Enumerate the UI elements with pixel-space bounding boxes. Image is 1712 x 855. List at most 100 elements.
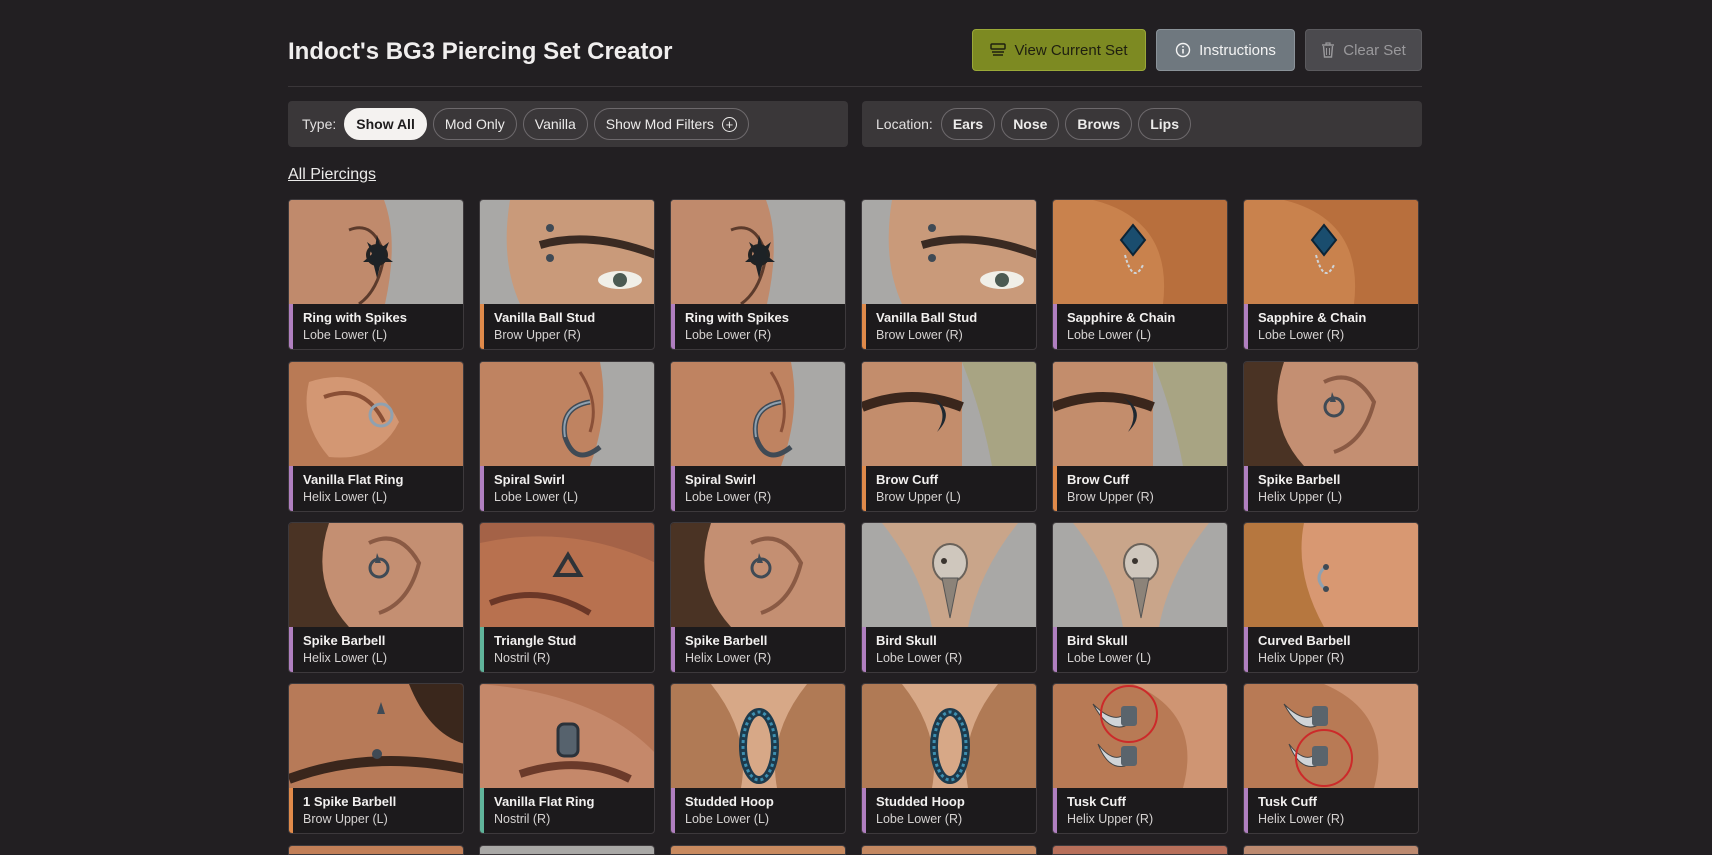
sapphire-chain-icon (1244, 200, 1418, 304)
piercing-card[interactable]: Ring with Spikes Lobe Lower (R) (670, 199, 846, 350)
piercing-card-info: Tusk Cuff Helix Lower (R) (1244, 788, 1418, 833)
piercing-card-info: Studded Hoop Lobe Lower (R) (862, 788, 1036, 833)
piercing-card[interactable] (479, 845, 655, 855)
piercing-card[interactable]: Spiral Swirl Lobe Lower (L) (479, 361, 655, 512)
filter-brows[interactable]: Brows (1065, 108, 1133, 140)
category-stripe (480, 627, 484, 672)
instructions-button[interactable]: Instructions (1156, 29, 1295, 71)
piercing-name: Vanilla Flat Ring (303, 472, 404, 487)
piercing-card-info: Ring with Spikes Lobe Lower (L) (289, 304, 463, 349)
piercing-card-info: Tusk Cuff Helix Upper (R) (1053, 788, 1227, 833)
piercing-card[interactable]: Spike Barbell Helix Lower (R) (670, 522, 846, 673)
category-stripe (671, 788, 675, 833)
filter-vanilla[interactable]: Vanilla (522, 108, 588, 140)
filter-lips[interactable]: Lips (1138, 108, 1191, 140)
piercing-card[interactable] (670, 845, 846, 855)
piercing-name: Tusk Cuff (1067, 794, 1126, 809)
piercing-card[interactable]: Sapphire & Chain Lobe Lower (L) (1052, 199, 1228, 350)
piercing-card[interactable]: Vanilla Ball Stud Brow Lower (R) (861, 199, 1037, 350)
piercing-location: Lobe Lower (R) (685, 328, 772, 342)
piercing-card[interactable]: Brow Cuff Brow Upper (R) (1052, 361, 1228, 512)
piercing-card[interactable]: Spiral Swirl Lobe Lower (R) (670, 361, 846, 512)
category-stripe (862, 304, 866, 349)
piercing-card[interactable] (861, 845, 1037, 855)
spike-barbell-icon (289, 523, 463, 627)
piercing-name: Tusk Cuff (1258, 794, 1317, 809)
piercing-name: Sapphire & Chain (1067, 310, 1176, 325)
piercing-name: Sapphire & Chain (1258, 310, 1367, 325)
piercing-card[interactable]: Studded Hoop Lobe Lower (R) (861, 683, 1037, 834)
piercing-card[interactable]: Tusk Cuff Helix Lower (R) (1243, 683, 1419, 834)
piercing-name: Bird Skull (876, 633, 937, 648)
piercing-card[interactable]: Tusk Cuff Helix Upper (R) (1052, 683, 1228, 834)
piercing-card-info: Vanilla Flat Ring Nostril (R) (480, 788, 654, 833)
brow-spike-icon (289, 684, 463, 788)
view-current-set-button[interactable]: View Current Set (972, 29, 1146, 71)
bird-skull-icon (1053, 523, 1227, 627)
piercing-location: Helix Lower (L) (303, 651, 388, 665)
piercing-name: Triangle Stud (494, 633, 577, 648)
piercing-name: Ring with Spikes (303, 310, 408, 325)
piercing-card[interactable]: Brow Cuff Brow Upper (L) (861, 361, 1037, 512)
piercing-location: Helix Upper (R) (1067, 812, 1154, 826)
nose-ring-icon (480, 684, 654, 788)
piercing-card[interactable]: 1 Spike Barbell Brow Upper (L) (288, 683, 464, 834)
piercing-name: Spike Barbell (1258, 472, 1341, 487)
category-stripe (1244, 627, 1248, 672)
piercing-card[interactable]: Vanilla Ball Stud Brow Upper (R) (479, 199, 655, 350)
piercing-name: Bird Skull (1067, 633, 1128, 648)
piercing-card[interactable] (288, 845, 464, 855)
show-mod-filters-button[interactable]: Show Mod Filters + (593, 108, 749, 140)
piercing-card-info: Spike Barbell Helix Lower (R) (671, 627, 845, 672)
piercing-card-info: Spike Barbell Helix Lower (L) (289, 627, 463, 672)
filter-nose[interactable]: Nose (1001, 108, 1060, 140)
piercing-location: Lobe Lower (L) (303, 328, 388, 342)
piercing-card[interactable]: Bird Skull Lobe Lower (L) (1052, 522, 1228, 673)
piercing-name: Spike Barbell (685, 633, 768, 648)
filter-show-all[interactable]: Show All (344, 108, 427, 140)
piercing-card[interactable]: Studded Hoop Lobe Lower (L) (670, 683, 846, 834)
spike-ring-icon (289, 200, 463, 304)
view-current-set-label: View Current Set (1014, 41, 1128, 59)
piercing-card[interactable] (1052, 845, 1228, 855)
piercing-location: Brow Upper (L) (303, 812, 388, 826)
piercing-card[interactable]: Spike Barbell Helix Upper (L) (1243, 361, 1419, 512)
spiral-icon (671, 362, 845, 466)
piercing-card-info: Vanilla Ball Stud Brow Lower (R) (862, 304, 1036, 349)
brow-cuff-icon (862, 362, 1036, 466)
piercing-card[interactable]: Sapphire & Chain Lobe Lower (R) (1243, 199, 1419, 350)
piercing-location: Lobe Lower (L) (494, 490, 579, 504)
piercing-card-info: 1 Spike Barbell Brow Upper (L) (289, 788, 463, 833)
instructions-label: Instructions (1199, 41, 1276, 59)
show-mod-filters-label: Show Mod Filters (605, 116, 714, 132)
category-stripe (289, 466, 293, 511)
piercing-card[interactable] (1243, 845, 1419, 855)
location-filter-label: Location: (876, 116, 933, 132)
filter-mod-only[interactable]: Mod Only (432, 108, 517, 140)
piercing-card[interactable]: Bird Skull Lobe Lower (R) (861, 522, 1037, 673)
piercing-location: Lobe Lower (R) (876, 812, 963, 826)
category-stripe (480, 466, 484, 511)
piercing-card[interactable]: Curved Barbell Helix Upper (R) (1243, 522, 1419, 673)
piercing-card-info: Spiral Swirl Lobe Lower (L) (480, 466, 654, 511)
sapphire-chain-icon (1053, 200, 1227, 304)
tusk-cuff-icon (1053, 684, 1227, 788)
piercing-card[interactable]: Vanilla Flat Ring Nostril (R) (479, 683, 655, 834)
piercing-location: Helix Lower (R) (1258, 812, 1345, 826)
category-stripe (1053, 788, 1057, 833)
all-piercings-link[interactable]: All Piercings (288, 166, 376, 184)
clear-set-button[interactable]: Clear Set (1305, 29, 1422, 71)
piercing-card[interactable]: Ring with Spikes Lobe Lower (L) (288, 199, 464, 350)
page-title: Indoct's BG3 Piercing Set Creator (288, 38, 673, 65)
category-stripe (289, 627, 293, 672)
location-filter-bar: Location: Ears Nose Brows Lips (862, 101, 1422, 147)
piercing-card[interactable]: Vanilla Flat Ring Helix Lower (L) (288, 361, 464, 512)
piercing-card[interactable]: Spike Barbell Helix Lower (L) (288, 522, 464, 673)
piercing-card[interactable]: Triangle Stud Nostril (R) (479, 522, 655, 673)
piercing-location: Brow Lower (R) (876, 328, 963, 342)
piercing-location: Lobe Lower (L) (1067, 328, 1152, 342)
piercing-name: Vanilla Flat Ring (494, 794, 595, 809)
piercing-location: Helix Lower (R) (685, 651, 772, 665)
filter-ears[interactable]: Ears (940, 108, 996, 140)
studded-hoop-icon (671, 684, 845, 788)
